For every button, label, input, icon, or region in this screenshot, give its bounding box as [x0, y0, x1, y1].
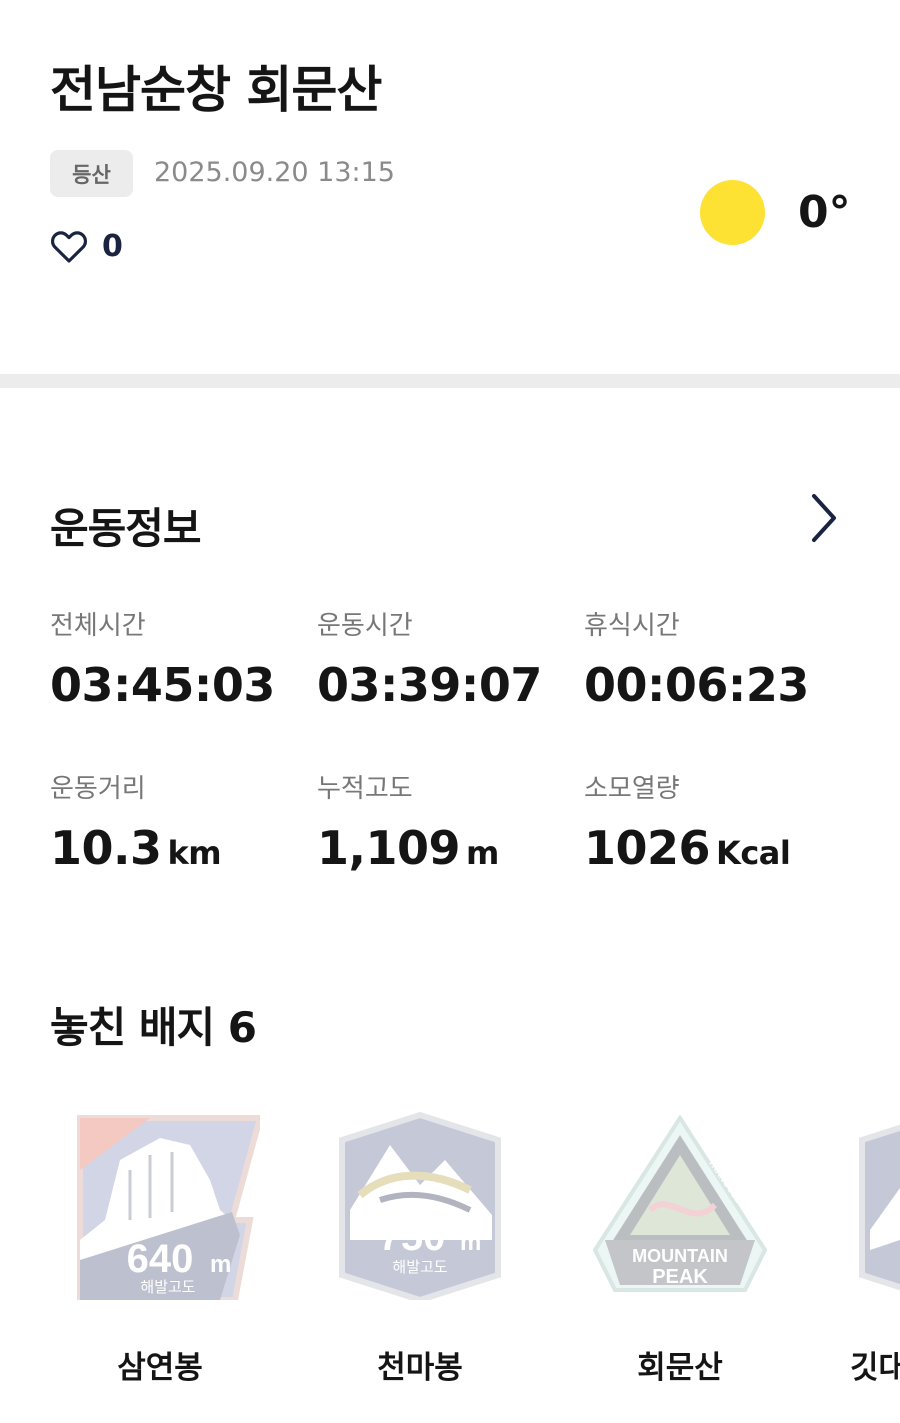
- stat-value: 1026 Kcal: [584, 821, 844, 875]
- badge-altitude: 750: [379, 1215, 446, 1259]
- badge-name: 천마봉: [377, 1350, 463, 1386]
- stat-value: 10.3 km: [50, 821, 310, 875]
- weather-info: 0°: [700, 180, 851, 245]
- stat-number: 1026: [584, 821, 711, 875]
- badge-altitude: 640: [127, 1237, 194, 1281]
- chevron-right-icon[interactable]: [800, 490, 848, 546]
- missed-badges-title: 놓친 배지 6: [50, 1003, 257, 1052]
- stat-value: 03:45:03: [50, 658, 275, 712]
- badge-subtitle: 해발고도: [392, 1258, 447, 1276]
- stat-unit: Kcal: [716, 834, 791, 872]
- page-title: 전남순창 회문산: [50, 61, 382, 119]
- stat-rest-time: 휴식시간 00:06:23: [584, 605, 844, 712]
- stat-total-time: 전체시간 03:45:03: [50, 605, 310, 712]
- stat-distance: 운동거리 10.3 km: [50, 768, 310, 875]
- stat-value: 00:06:23: [584, 658, 809, 712]
- badge-item[interactable]: 깃대: [830, 1100, 900, 1387]
- badge-altitude-unit: m: [460, 1229, 481, 1256]
- stat-label: 전체시간: [50, 611, 146, 641]
- temperature: 0°: [798, 187, 851, 238]
- section-divider: [0, 374, 900, 388]
- sun-icon: [700, 180, 765, 245]
- heart-icon: [50, 231, 88, 263]
- badge-item[interactable]: 750 m 해발고도 천마봉: [310, 1100, 530, 1387]
- badge-line1: MOUNTAIN: [632, 1246, 728, 1266]
- activity-type-badge: 등산: [50, 150, 133, 197]
- badge-subtitle: 해발고도: [140, 1278, 195, 1296]
- badge-item[interactable]: 640 m 해발고도 삼연봉: [50, 1100, 270, 1387]
- stat-unit: km: [167, 834, 222, 872]
- stat-label: 운동거리: [50, 774, 146, 804]
- badge-item[interactable]: MOUNTAIN PEAK TRANGGLE 회문산: [570, 1100, 790, 1387]
- stat-value: 03:39:07: [317, 658, 542, 712]
- stat-exercise-time: 운동시간 03:39:07: [317, 605, 577, 712]
- badge-image: [859, 1124, 900, 1291]
- stat-number: 1,109: [317, 821, 461, 875]
- badge-name: 깃대: [850, 1350, 900, 1386]
- activity-datetime: 2025.09.20 13:15: [154, 157, 395, 188]
- stat-label: 운동시간: [317, 611, 413, 641]
- badge-image: MOUNTAIN PEAK TRANGGLE: [592, 1114, 768, 1292]
- badge-name: 삼연봉: [117, 1350, 203, 1386]
- stat-label: 휴식시간: [584, 611, 680, 641]
- badge-image: 640 m 해발고도: [77, 1115, 260, 1300]
- badge-name: 회문산: [637, 1350, 723, 1386]
- stat-unit: m: [466, 834, 499, 872]
- stat-calories: 소모열량 1026 Kcal: [584, 768, 844, 875]
- badge-line2: PEAK: [652, 1266, 708, 1288]
- like-button[interactable]: 0: [50, 228, 123, 264]
- like-count: 0: [102, 228, 123, 264]
- badge-carousel[interactable]: 640 m 해발고도 삼연봉 750 m 해발고도 천마봉 MOUNTAIN P…: [0, 1100, 900, 1423]
- activity-header: 전남순창 회문산 등산 2025.09.20 13:15 0 0°: [0, 0, 900, 374]
- stat-label: 소모열량: [584, 774, 680, 804]
- stat-value: 1,109 m: [317, 821, 577, 875]
- badge-altitude-unit: m: [210, 1251, 231, 1278]
- stat-label: 누적고도: [317, 774, 413, 804]
- stat-number: 10.3: [50, 821, 162, 875]
- exercise-section-title: 운동정보: [50, 504, 202, 553]
- stat-elevation: 누적고도 1,109 m: [317, 768, 577, 875]
- badge-image: 750 m 해발고도: [339, 1111, 501, 1300]
